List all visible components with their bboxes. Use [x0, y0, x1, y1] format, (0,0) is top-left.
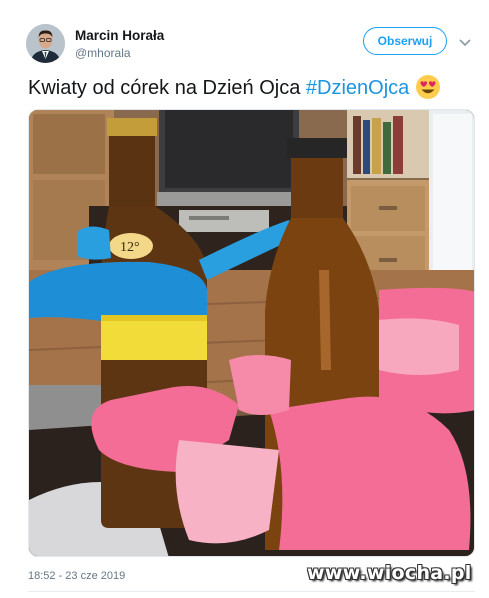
hashtag-link[interactable]: #DzienOjca — [306, 77, 409, 99]
tweet-card: Marcin Horała @mhorala Obserwuj Kwiaty o… — [0, 0, 489, 598]
divider — [28, 591, 475, 592]
tweet-timestamp[interactable]: 18:52 - 23 cze 2019 — [28, 570, 125, 582]
author-name[interactable]: Marcin Horała — [75, 28, 164, 43]
avatar[interactable] — [26, 24, 65, 63]
tweet-text: Kwiaty od córek na Dzień Ojca #DzienOjca — [28, 74, 468, 100]
follow-button[interactable]: Obserwuj — [363, 27, 447, 55]
chevron-down-icon[interactable] — [457, 34, 473, 50]
author-handle[interactable]: @mhorala — [75, 46, 131, 60]
watermark-text: www.wiocha.pl — [307, 562, 472, 584]
tweet-body: Kwiaty od córek na Dzień Ojca — [28, 77, 301, 99]
bottle-label: 12° — [120, 240, 140, 255]
tweet-header: Marcin Horała @mhorala Obserwuj — [26, 24, 481, 64]
smiling-face-with-heart-eyes-icon — [415, 74, 441, 100]
tweet-photo[interactable]: 12° — [28, 109, 475, 557]
